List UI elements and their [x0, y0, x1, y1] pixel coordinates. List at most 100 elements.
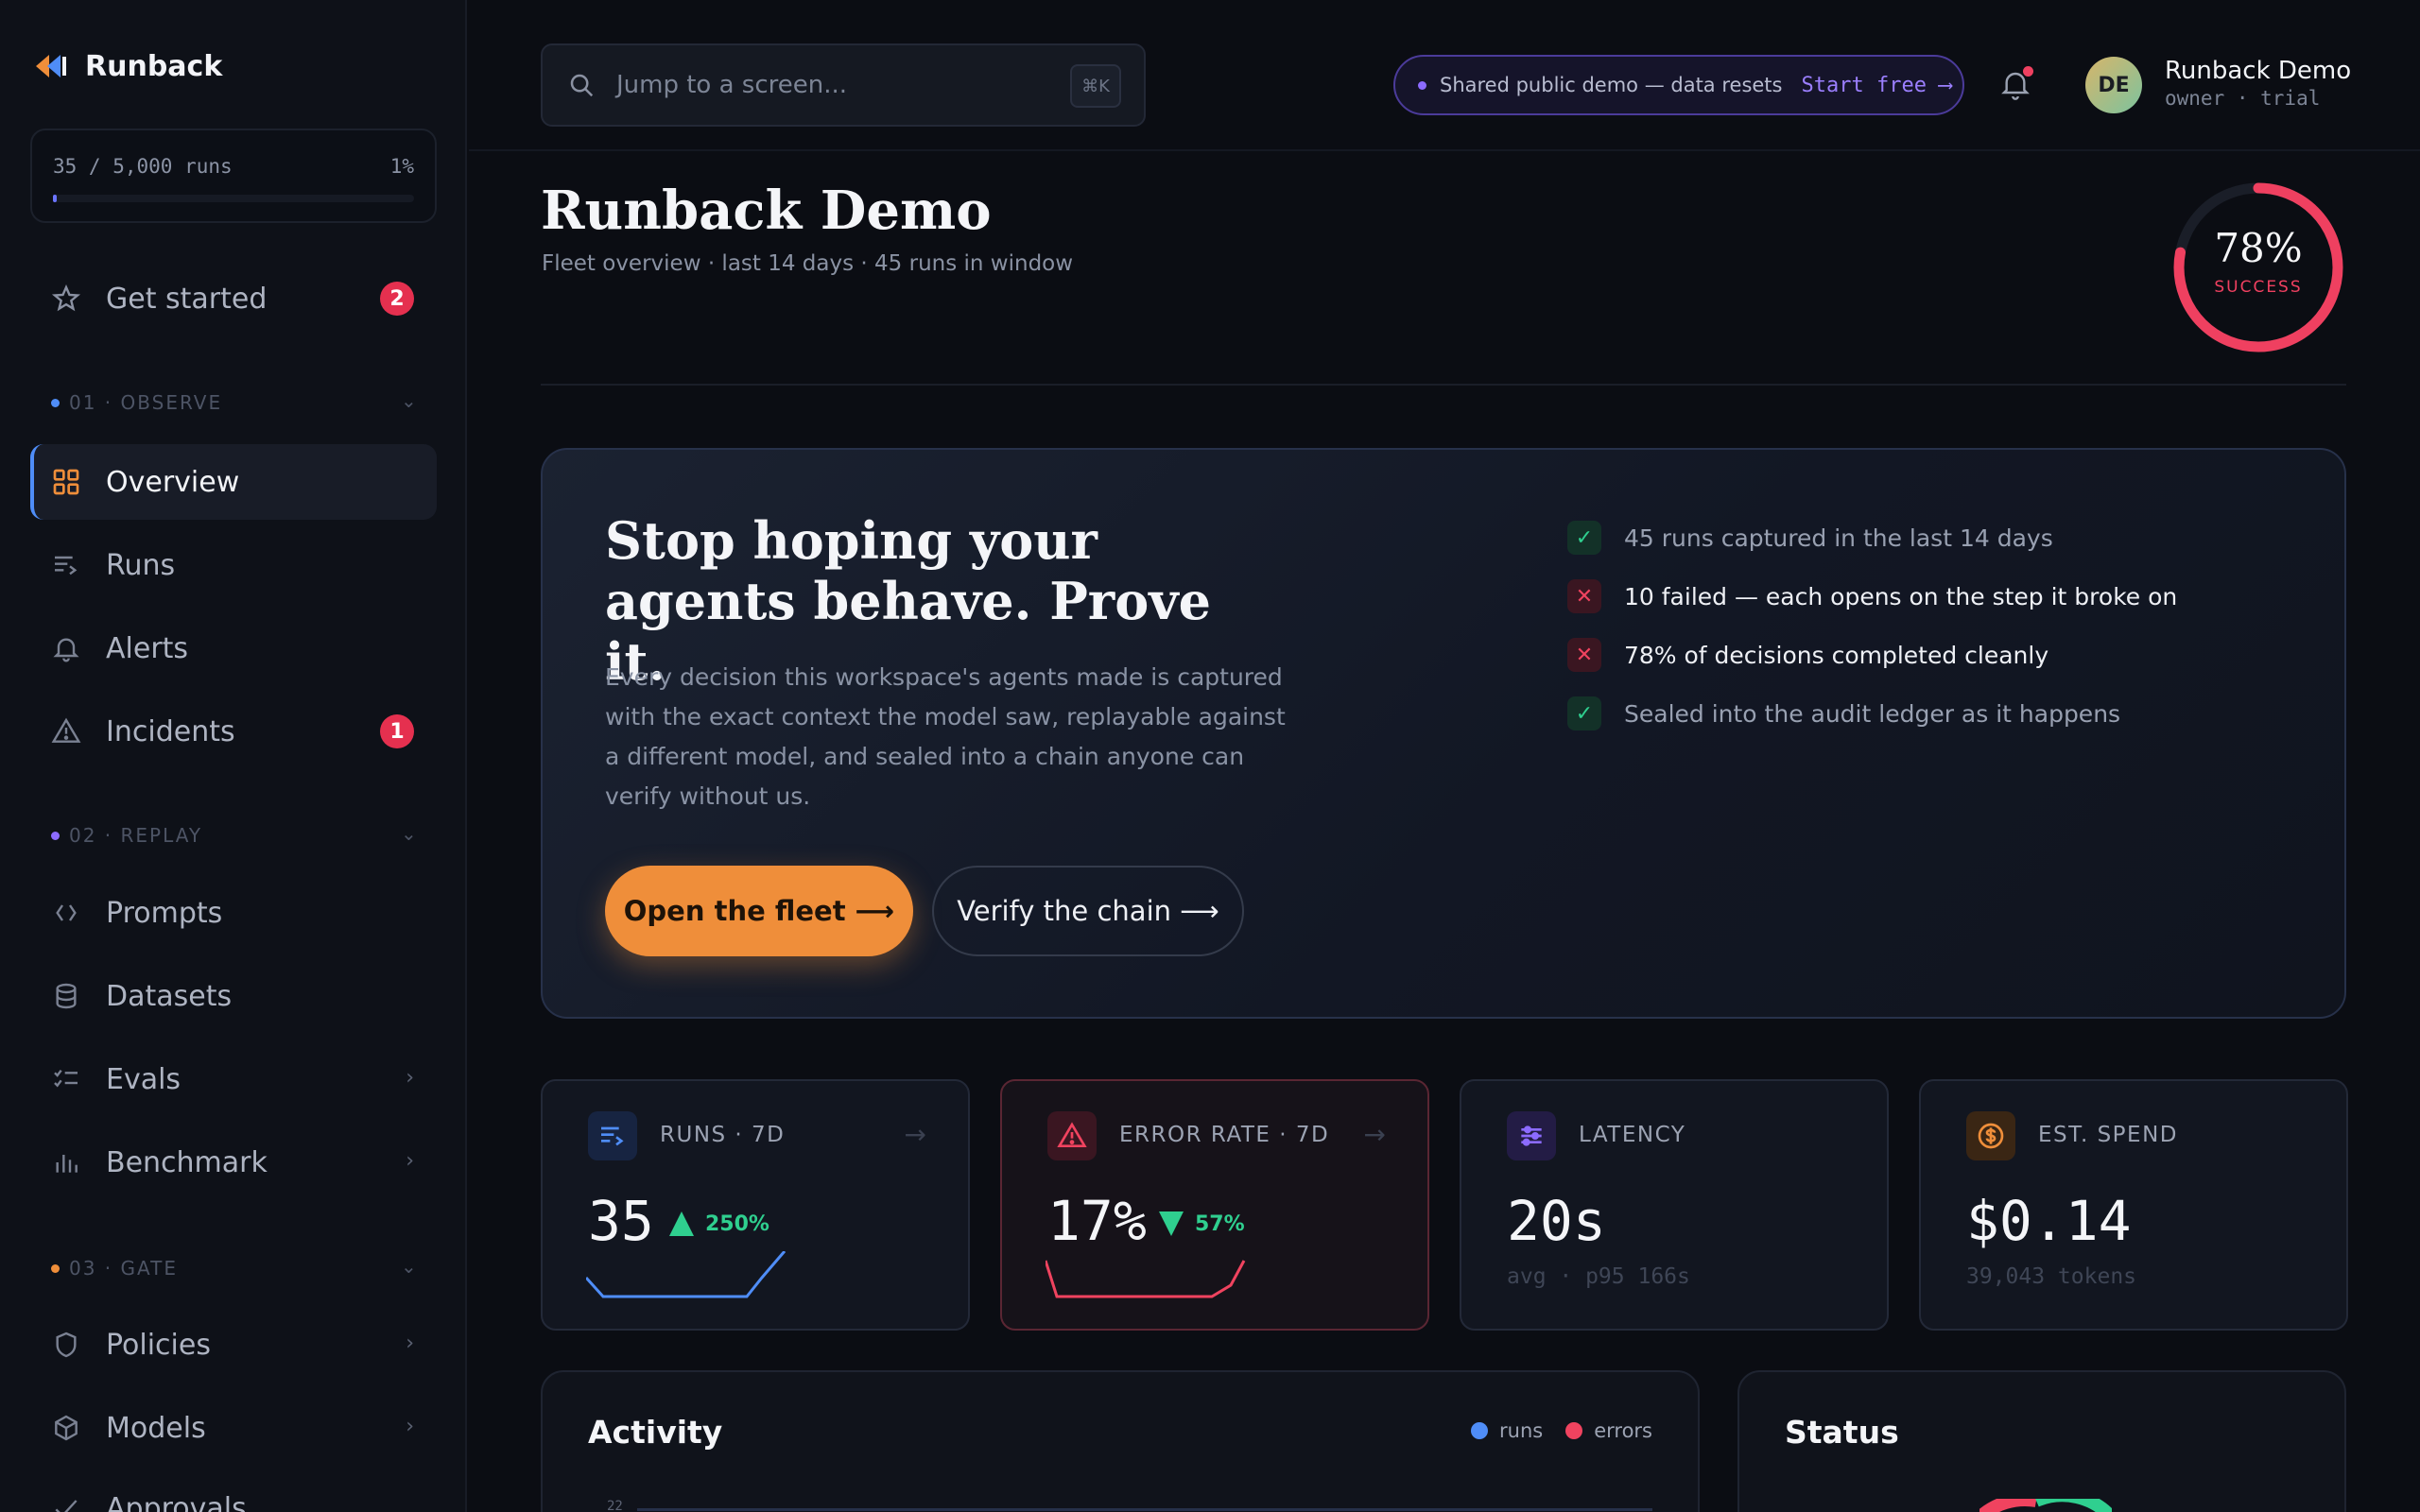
stat-label: LATENCY — [1579, 1123, 1686, 1147]
nav-alerts[interactable]: Alerts — [30, 610, 437, 686]
user-role: owner · trial — [2165, 87, 2321, 110]
stat-delta-value: 250% — [705, 1211, 769, 1236]
start-free-link[interactable]: Start free ⟶ — [1801, 74, 1951, 97]
search-input[interactable]: Jump to a screen... ⌘K — [541, 43, 1146, 127]
cross-icon: ✕ — [1567, 638, 1601, 672]
nav-runs-label: Runs — [106, 548, 176, 582]
nav-prompts[interactable]: Prompts — [30, 875, 437, 951]
stat-card-est-spend[interactable]: EST. SPEND $0.14 39,043 tokens — [1919, 1079, 2348, 1331]
nav-models[interactable]: Models › — [30, 1390, 437, 1466]
chevron-down-icon[interactable]: ⌄ — [401, 389, 417, 412]
nav-alerts-label: Alerts — [106, 631, 189, 665]
get-started-badge: 2 — [380, 282, 414, 316]
hero-title-line1: Stop hoping your — [605, 510, 1098, 571]
chevron-down-icon[interactable]: ⌄ — [401, 822, 417, 845]
sidebar: Runback 35 / 5,000 runs 1% Get started 2… — [0, 0, 467, 1512]
usage-meter: 35 / 5,000 runs 1% — [30, 129, 437, 223]
section-observe[interactable]: 01 · OBSERVE — [51, 391, 222, 414]
chevron-right-icon: › — [406, 1066, 414, 1090]
nav-get-started-label: Get started — [106, 282, 268, 316]
stat-label: ERROR RATE · 7D — [1119, 1123, 1330, 1147]
nav-benchmark[interactable]: Benchmark › — [30, 1125, 437, 1200]
section-dot — [51, 1263, 60, 1273]
stat-value: $0.14 — [1966, 1189, 2132, 1253]
nav-models-label: Models — [106, 1411, 206, 1445]
brand-name: Runback — [85, 49, 223, 83]
nav-incidents-label: Incidents — [106, 714, 235, 748]
verify-chain-button[interactable]: Verify the chain ⟶ — [932, 866, 1244, 956]
divider — [541, 384, 2346, 386]
sparkline — [586, 1251, 786, 1298]
trend-up-icon — [669, 1211, 694, 1236]
trend-down-icon — [1159, 1211, 1184, 1236]
user-name[interactable]: Runback Demo — [2165, 57, 2351, 85]
nav-runs[interactable]: Runs — [30, 527, 437, 603]
sliders-icon — [1507, 1111, 1556, 1160]
check-icon: ✓ — [1567, 521, 1601, 555]
arrow-right-icon[interactable]: → — [905, 1119, 926, 1150]
code-brackets-icon — [56, 904, 77, 921]
page-subtitle: Fleet overview · last 14 days · 45 runs … — [542, 251, 1074, 276]
stat-delta-value: 57% — [1195, 1211, 1245, 1236]
warning-triangle-icon — [1047, 1111, 1097, 1160]
nav-datasets-label: Datasets — [106, 979, 233, 1013]
y-axis-tick: 22 — [607, 1499, 623, 1512]
nav-evals[interactable]: Evals › — [30, 1041, 437, 1117]
nav-incidents[interactable]: Incidents 1 — [30, 694, 437, 769]
sparkline — [1046, 1260, 1246, 1298]
nav-benchmark-label: Benchmark — [106, 1145, 268, 1179]
stat-label: EST. SPEND — [2038, 1123, 2178, 1147]
cross-icon: ✕ — [1567, 579, 1601, 613]
search-icon — [570, 74, 594, 97]
avatar[interactable]: DE — [2085, 57, 2142, 113]
open-fleet-button[interactable]: Open the fleet ⟶ — [605, 866, 913, 956]
stat-sub: 39,043 tokens — [1966, 1264, 2137, 1289]
usage-percent: 1% — [389, 155, 414, 178]
checklist-icon — [54, 1069, 78, 1088]
nav-policies-label: Policies — [106, 1328, 211, 1362]
shortcut-hint: ⌘K — [1070, 64, 1121, 108]
page-title: Runback Demo — [541, 180, 992, 242]
nav-policies[interactable]: Policies › — [30, 1307, 437, 1383]
brand[interactable]: Runback — [32, 47, 222, 85]
nav-overview[interactable]: Overview — [30, 444, 437, 520]
stat-card-latency[interactable]: LATENCY 20s avg · p95 166s — [1460, 1079, 1889, 1331]
success-value: 78% — [2214, 225, 2303, 271]
nav-get-started[interactable]: Get started 2 — [30, 261, 437, 336]
stat-sub: avg · p95 166s — [1507, 1264, 1690, 1289]
arrow-right-icon[interactable]: → — [1364, 1119, 1386, 1150]
activity-title: Activity — [588, 1414, 723, 1451]
shield-icon — [56, 1332, 77, 1358]
chevron-down-icon[interactable]: ⌄ — [401, 1255, 417, 1278]
chevron-right-icon: › — [406, 1415, 414, 1438]
status-title: Status — [1785, 1414, 1899, 1451]
stat-card-error-rate[interactable]: ERROR RATE · 7D → 17% 57% — [1000, 1079, 1429, 1331]
section-gate-label: 03 · GATE — [69, 1257, 179, 1280]
dollar-coin-icon — [1966, 1111, 2015, 1160]
demo-dot — [1418, 80, 1426, 90]
cube-icon — [55, 1415, 78, 1441]
check-text: 10 failed — each opens on the step it br… — [1624, 582, 2178, 610]
stat-value: 35 — [588, 1189, 654, 1253]
stat-card-runs[interactable]: RUNS · 7D → 35 250% — [541, 1079, 970, 1331]
chevron-right-icon: › — [406, 1149, 414, 1173]
demo-banner[interactable]: Shared public demo — data resets Start f… — [1393, 55, 1964, 115]
nav-datasets[interactable]: Datasets — [30, 958, 437, 1034]
section-gate[interactable]: 03 · GATE — [51, 1257, 178, 1280]
bell-icon — [53, 638, 79, 662]
star-icon — [51, 284, 81, 312]
database-icon — [56, 983, 77, 1009]
section-replay[interactable]: 02 · REPLAY — [51, 824, 202, 847]
check-text: 78% of decisions completed cleanly — [1624, 641, 2049, 669]
check-text: Sealed into the audit ledger as it happe… — [1624, 699, 2121, 728]
activity-panel: Activity runs errors 22 — [541, 1370, 1700, 1512]
hero-checklist: ✓ 45 runs captured in the last 14 days ✕… — [1567, 508, 2177, 743]
check-item: ✓ Sealed into the audit ledger as it hap… — [1567, 684, 2177, 743]
status-panel: Status — [1737, 1370, 2346, 1512]
nav-approvals[interactable]: Approvals — [30, 1470, 437, 1512]
stat-value: 17% — [1047, 1189, 1147, 1253]
legend-label: errors — [1594, 1419, 1652, 1442]
legend-dot — [1565, 1422, 1583, 1439]
activity-legend: runs errors — [1471, 1419, 1652, 1442]
nav-overview-label: Overview — [106, 465, 240, 499]
